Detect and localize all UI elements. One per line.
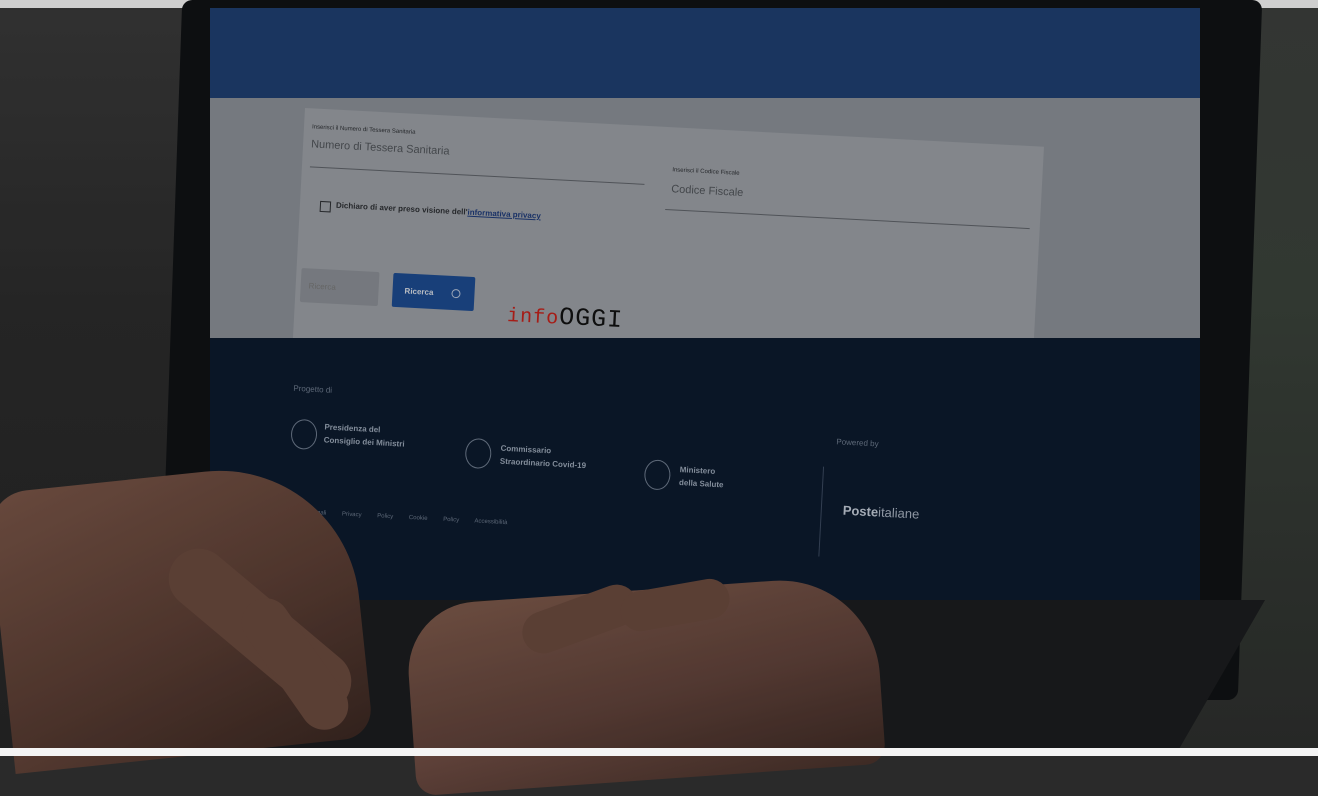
privacy-text: Dichiaro di aver preso visione dell': [335, 200, 468, 217]
screen-header: [210, 8, 1200, 108]
footer-divider: [818, 466, 825, 557]
bottom-border: [0, 748, 1318, 756]
infooggi-watermark: infoOGGI: [506, 300, 624, 336]
watermark-oggi: OGGI: [558, 302, 624, 336]
codice-underline: [665, 208, 1030, 230]
ricerca-disabled-button[interactable]: Ricerca: [299, 268, 380, 307]
ricerca-label: Ricerca: [404, 285, 434, 297]
institution-ministero[interactable]: Ministero della Salute: [679, 463, 725, 491]
emblem-icon: [464, 437, 493, 470]
emblem-icon: [643, 459, 672, 491]
spinner-icon: [451, 288, 461, 298]
poste-logo[interactable]: Posteitaliane: [842, 503, 919, 522]
inst3-line2: della Salute: [678, 478, 724, 490]
ricerca-disabled-label: Ricerca: [308, 280, 337, 292]
watermark-info: info: [506, 304, 560, 331]
institution-presidenza[interactable]: Presidenza del Consiglio dei Ministri: [323, 420, 405, 450]
field-label-tessera: Inserisci il Numero di Tessera Sanitaria: [311, 124, 416, 136]
privacy-label: Dichiaro di aver preso visione dell'info…: [336, 201, 541, 221]
poste-logo-rest: italiane: [877, 504, 920, 522]
powered-by-label: Powered by: [836, 437, 879, 449]
codice-fiscale-input[interactable]: Codice Fiscale: [671, 183, 744, 199]
tessera-underline: [309, 166, 645, 185]
tessera-input[interactable]: Numero di Tessera Sanitaria: [311, 138, 450, 157]
progetto-label: Progetto di: [293, 383, 333, 395]
privacy-checkbox[interactable]: [319, 200, 332, 213]
privacy-link[interactable]: informativa privacy: [467, 208, 541, 221]
ricerca-button[interactable]: Ricerca: [391, 272, 476, 312]
field-label-codice: Inserisci il Codice Fiscale: [672, 167, 740, 177]
institution-commissario[interactable]: Commissario Straordinario Covid-19: [500, 442, 587, 472]
poste-logo-bold: Poste: [842, 502, 879, 520]
emblem-icon: [290, 418, 318, 451]
